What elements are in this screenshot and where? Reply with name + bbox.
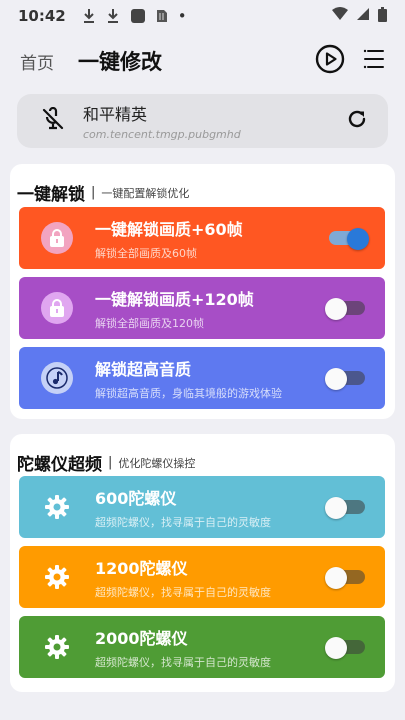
toggle-switch[interactable] bbox=[327, 228, 369, 250]
top-app-bar: 首页 一键修改 bbox=[0, 36, 405, 86]
option-gyro-600[interactable]: 600陀螺仪 超频陀螺仪，找寻属于自己的灵敏度 bbox=[19, 476, 385, 538]
section-unlock: 一键解锁 | 一键配置解锁优化 一键解锁画质+60帧 解锁全部画质及60帧 一键… bbox=[10, 164, 395, 419]
toggle-switch[interactable] bbox=[325, 368, 367, 390]
section-gyroscope: 陀螺仪超频 | 优化陀螺仪操控 600陀螺仪 超频陀螺仪，找寻属于自己的灵敏度 … bbox=[10, 434, 395, 692]
signal-icon bbox=[356, 7, 370, 25]
section-header: 陀螺仪超频 | 优化陀螺仪操控 bbox=[10, 434, 395, 476]
download-icon bbox=[106, 8, 120, 24]
option-title: 一键解锁画质+60帧 bbox=[95, 219, 243, 239]
section-separator: | bbox=[91, 185, 96, 200]
selected-app-card[interactable]: 和平精英 com.tencent.tmgp.pubgmhd bbox=[17, 94, 388, 148]
option-gyro-1200[interactable]: 1200陀螺仪 超频陀螺仪，找寻属于自己的灵敏度 bbox=[19, 546, 385, 608]
status-dot: • bbox=[177, 7, 187, 25]
option-title: 解锁超高音质 bbox=[95, 359, 192, 379]
home-link[interactable]: 首页 bbox=[20, 49, 54, 74]
battery-icon bbox=[378, 6, 387, 26]
option-unlock-hifi-audio[interactable]: 解锁超高音质 解锁超高音质，身临其境般的游戏体验 bbox=[19, 347, 385, 409]
status-bar: 10:42 • bbox=[0, 0, 405, 32]
option-unlock-60fps[interactable]: 一键解锁画质+60帧 解锁全部画质及60帧 bbox=[19, 207, 385, 269]
section-separator: | bbox=[108, 455, 113, 470]
gear-icon bbox=[41, 631, 73, 663]
lock-icon bbox=[41, 292, 73, 324]
gear-icon bbox=[41, 561, 73, 593]
option-title: 2000陀螺仪 bbox=[95, 628, 188, 648]
play-circle-icon[interactable] bbox=[315, 44, 345, 78]
section-title: 陀螺仪超频 bbox=[17, 455, 102, 475]
toggle-switch[interactable] bbox=[325, 567, 367, 589]
section-header: 一键解锁 | 一键配置解锁优化 bbox=[10, 164, 395, 206]
muted-mic-icon bbox=[41, 106, 65, 135]
page-title: 一键修改 bbox=[78, 50, 162, 74]
refresh-icon[interactable] bbox=[346, 108, 368, 134]
option-description: 超频陀螺仪，找寻属于自己的灵敏度 bbox=[95, 585, 271, 599]
section-title: 一键解锁 bbox=[17, 185, 85, 205]
toggle-switch[interactable] bbox=[325, 298, 367, 320]
toggle-switch[interactable] bbox=[325, 497, 367, 519]
option-gyro-2000[interactable]: 2000陀螺仪 超频陀螺仪，找寻属于自己的灵敏度 bbox=[19, 616, 385, 678]
option-description: 解锁全部画质及60帧 bbox=[95, 246, 197, 260]
download-icon bbox=[82, 8, 96, 24]
music-note-icon bbox=[41, 362, 73, 394]
section-subtitle: 优化陀螺仪操控 bbox=[118, 456, 196, 470]
option-title: 1200陀螺仪 bbox=[95, 558, 188, 578]
section-subtitle: 一键配置解锁优化 bbox=[101, 186, 190, 200]
option-description: 超频陀螺仪，找寻属于自己的灵敏度 bbox=[95, 515, 271, 529]
app-name: 和平精英 bbox=[83, 105, 148, 124]
option-unlock-120fps[interactable]: 一键解锁画质+120帧 解锁全部画质及120帧 bbox=[19, 277, 385, 339]
menu-icon[interactable] bbox=[363, 48, 385, 74]
option-title: 一键解锁画质+120帧 bbox=[95, 289, 254, 309]
option-title: 600陀螺仪 bbox=[95, 488, 177, 508]
option-description: 解锁超高音质，身临其境般的游戏体验 bbox=[95, 386, 282, 400]
sim-icon bbox=[156, 9, 168, 23]
toggle-switch[interactable] bbox=[325, 637, 367, 659]
option-description: 超频陀螺仪，找寻属于自己的灵敏度 bbox=[95, 655, 271, 669]
status-time: 10:42 bbox=[18, 7, 66, 25]
lock-icon bbox=[41, 222, 73, 254]
option-description: 解锁全部画质及120帧 bbox=[95, 316, 204, 330]
gear-icon bbox=[41, 491, 73, 523]
app-package: com.tencent.tmgp.pubgmhd bbox=[83, 128, 241, 141]
wifi-icon bbox=[332, 7, 348, 25]
app-notification-icon bbox=[130, 8, 146, 24]
